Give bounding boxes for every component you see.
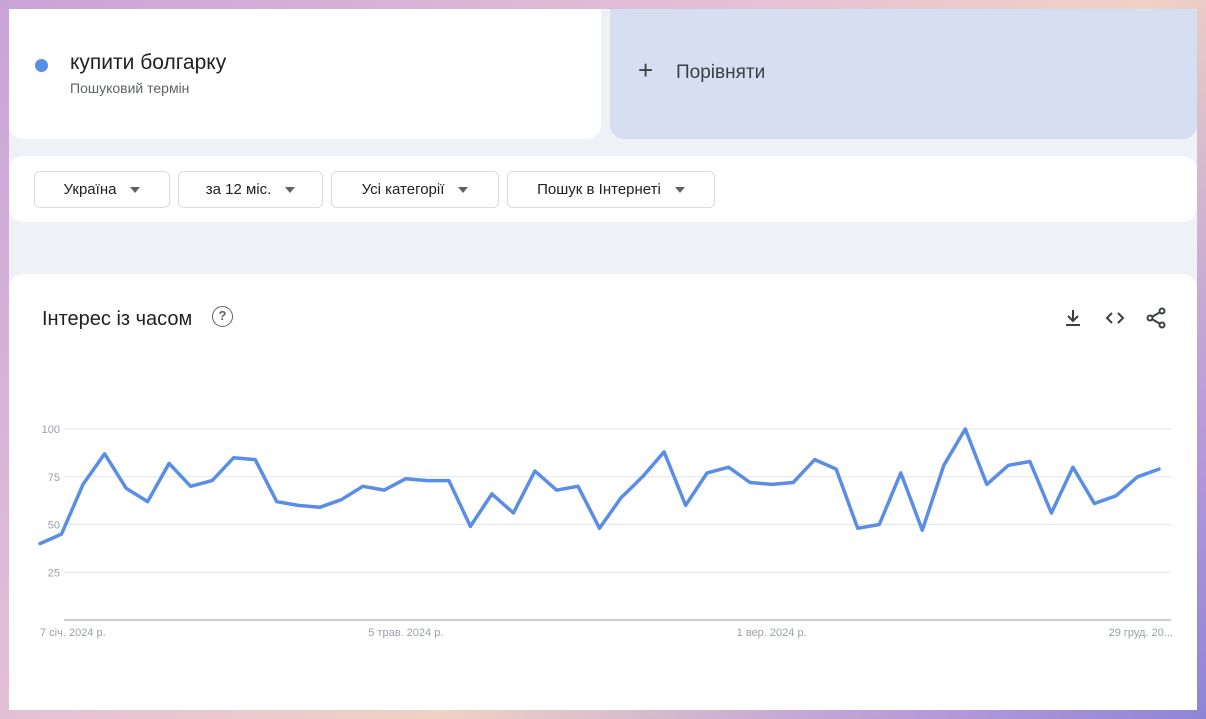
data-point[interactable] bbox=[338, 497, 344, 503]
filter-region[interactable]: Україна bbox=[34, 171, 170, 208]
interest-line-chart: 100 75 50 25 7 січ. 2024 р. 5 трав. 2024 р. 1 … bbox=[37, 424, 1173, 639]
data-point[interactable] bbox=[295, 502, 301, 508]
series-color-dot bbox=[35, 59, 48, 72]
search-term-title[interactable]: купити болгарку bbox=[70, 51, 226, 75]
caret-down-icon bbox=[674, 186, 685, 193]
filter-bar: Україна за 12 міс. Усі категорії Пошук в… bbox=[9, 156, 1197, 222]
y-tick-label: 25 bbox=[48, 567, 60, 579]
data-point[interactable] bbox=[317, 504, 323, 510]
data-point[interactable] bbox=[209, 478, 215, 484]
data-point[interactable] bbox=[231, 455, 237, 461]
data-point[interactable] bbox=[1091, 500, 1097, 506]
data-point[interactable] bbox=[618, 495, 624, 501]
data-point[interactable] bbox=[532, 468, 538, 474]
y-tick-label: 100 bbox=[42, 424, 60, 436]
data-point[interactable] bbox=[683, 502, 689, 508]
y-tick-label: 75 bbox=[48, 472, 60, 484]
data-point[interactable] bbox=[876, 522, 882, 528]
data-point[interactable] bbox=[812, 457, 818, 463]
data-point[interactable] bbox=[252, 457, 258, 463]
x-tick-label: 1 вер. 2024 р. bbox=[737, 627, 807, 639]
data-point[interactable] bbox=[1005, 462, 1011, 468]
filter-time-range[interactable]: за 12 міс. bbox=[178, 171, 323, 208]
data-point[interactable] bbox=[1113, 493, 1119, 499]
x-tick-label: 7 січ. 2024 р. bbox=[40, 627, 106, 639]
caret-down-icon bbox=[130, 186, 141, 193]
data-point[interactable] bbox=[833, 466, 839, 472]
data-point[interactable] bbox=[489, 491, 495, 497]
data-point[interactable] bbox=[984, 481, 990, 487]
data-point[interactable] bbox=[1156, 466, 1162, 472]
data-point[interactable] bbox=[467, 523, 473, 529]
data-point[interactable] bbox=[1027, 458, 1033, 464]
data-point[interactable] bbox=[446, 478, 452, 484]
data-point[interactable] bbox=[123, 485, 129, 491]
search-term-card[interactable]: купити болгарку Пошуковий термін bbox=[9, 9, 601, 139]
y-tick-label: 50 bbox=[48, 520, 60, 532]
data-point[interactable] bbox=[1134, 474, 1140, 480]
data-point[interactable] bbox=[919, 527, 925, 533]
data-point[interactable] bbox=[1070, 464, 1076, 470]
filter-search-type[interactable]: Пошук в Інтернеті bbox=[507, 171, 715, 208]
filter-region-label: Україна bbox=[63, 181, 117, 198]
data-point[interactable] bbox=[704, 470, 710, 476]
data-point[interactable] bbox=[855, 525, 861, 531]
data-point[interactable] bbox=[575, 483, 581, 489]
data-point[interactable] bbox=[553, 487, 559, 493]
trends-page: купити болгарку Пошуковий термін + Порів… bbox=[9, 9, 1197, 710]
search-term-subtitle: Пошуковий термін bbox=[70, 80, 190, 96]
data-point[interactable] bbox=[726, 464, 732, 470]
data-point[interactable] bbox=[769, 481, 775, 487]
data-point[interactable] bbox=[145, 499, 151, 505]
data-point[interactable] bbox=[403, 476, 409, 482]
data-point[interactable] bbox=[747, 479, 753, 485]
data-point[interactable] bbox=[80, 481, 86, 487]
data-point[interactable] bbox=[59, 531, 65, 537]
data-point[interactable] bbox=[381, 487, 387, 493]
data-point[interactable] bbox=[37, 541, 43, 547]
data-point[interactable] bbox=[274, 499, 280, 505]
filter-category-label: Усі категорії bbox=[361, 181, 445, 198]
x-tick-label: 5 трав. 2024 р. bbox=[368, 627, 443, 639]
data-point[interactable] bbox=[166, 460, 172, 466]
data-point[interactable] bbox=[424, 478, 430, 484]
data-point[interactable] bbox=[102, 451, 108, 457]
data-point[interactable] bbox=[790, 479, 796, 485]
plus-icon: + bbox=[638, 55, 654, 85]
data-point[interactable] bbox=[661, 449, 667, 455]
x-tick-label: 29 груд. 20... bbox=[1109, 627, 1173, 639]
data-point[interactable] bbox=[1048, 510, 1054, 516]
caret-down-icon bbox=[458, 186, 469, 193]
filter-time-range-label: за 12 міс. bbox=[205, 181, 272, 198]
data-point[interactable] bbox=[188, 483, 194, 489]
compare-button[interactable]: + Порівняти bbox=[610, 9, 1197, 139]
data-point[interactable] bbox=[510, 510, 516, 516]
caret-down-icon bbox=[285, 186, 296, 193]
data-point[interactable] bbox=[360, 483, 366, 489]
filter-search-type-label: Пошук в Інтернеті bbox=[537, 181, 661, 198]
data-point[interactable] bbox=[898, 470, 904, 476]
data-point[interactable] bbox=[597, 525, 603, 531]
filter-category[interactable]: Усі категорії bbox=[331, 171, 499, 208]
data-point[interactable] bbox=[962, 426, 968, 432]
interest-over-time-card: Інтерес із часом ? 100 75 50 25 7 січ. 2024 … bbox=[9, 274, 1197, 710]
data-point[interactable] bbox=[640, 474, 646, 480]
compare-label: Порівняти bbox=[676, 62, 766, 83]
data-point[interactable] bbox=[941, 462, 947, 468]
